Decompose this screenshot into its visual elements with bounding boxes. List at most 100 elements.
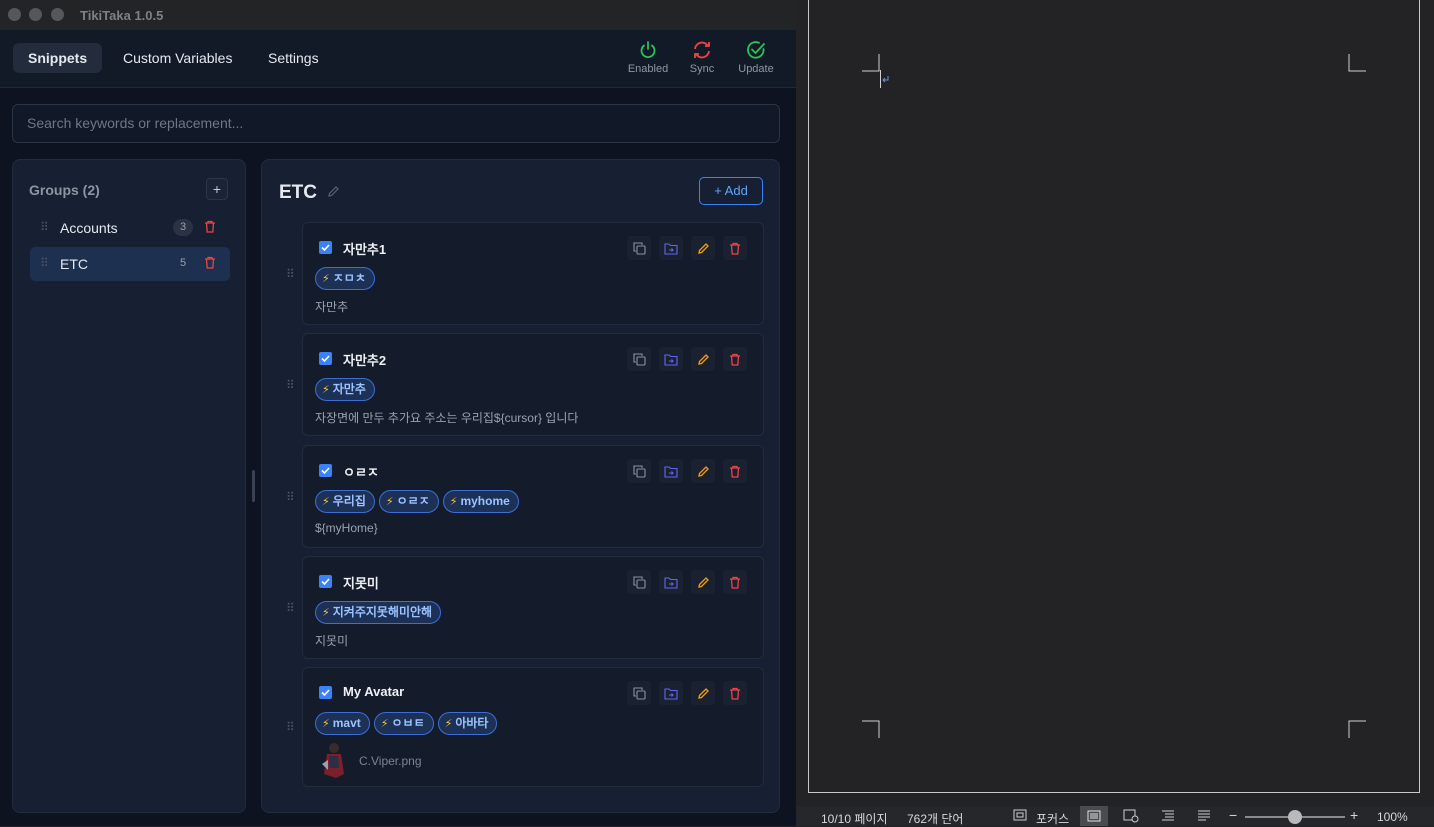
edit-snippet-button[interactable] <box>691 347 715 371</box>
enabled-toggle-button[interactable]: Enabled <box>621 40 675 75</box>
crop-mark-bottom-right <box>1348 720 1366 738</box>
copy-icon <box>632 575 646 589</box>
duplicate-snippet-button[interactable] <box>627 570 651 594</box>
close-window-button[interactable] <box>8 8 21 21</box>
folder-move-icon <box>664 242 678 255</box>
lightning-icon: ⚡ <box>322 718 330 730</box>
focus-icon[interactable] <box>1013 809 1027 824</box>
group-item-etc[interactable]: ⠿ ETC 5 <box>30 247 230 281</box>
snippet-enabled-checkbox[interactable] <box>319 241 332 254</box>
tikitaka-app-window: TikiTaka 1.0.5 Snippets Custom Variables… <box>0 0 796 826</box>
edit-snippet-button[interactable] <box>691 570 715 594</box>
snippet-card[interactable]: ⠿ My Avatar ⚡ mavt ⚡ ㅇㅂㅌ ⚡ 아바타 C.Viper.png <box>286 667 764 787</box>
crop-mark-top-left <box>862 54 880 72</box>
snippet-title: My Avatar <box>343 684 405 699</box>
snippet-enabled-checkbox[interactable] <box>319 352 332 365</box>
zoom-slider-knob[interactable] <box>1288 810 1302 824</box>
delete-snippet-button[interactable] <box>723 681 747 705</box>
move-snippet-button[interactable] <box>659 459 683 483</box>
title-bar: TikiTaka 1.0.5 <box>0 0 796 30</box>
add-snippet-button[interactable]: + Add <box>699 177 763 205</box>
search-input[interactable]: Search keywords or replacement... <box>12 104 780 143</box>
tab-snippets[interactable]: Snippets <box>13 43 103 73</box>
snippet-enabled-checkbox[interactable] <box>319 575 332 588</box>
delete-snippet-button[interactable] <box>723 570 747 594</box>
duplicate-snippet-button[interactable] <box>627 459 651 483</box>
delete-snippet-button[interactable] <box>723 236 747 260</box>
keyword-tag: ⚡ mavt <box>315 712 370 735</box>
duplicate-snippet-button[interactable] <box>627 681 651 705</box>
page-count[interactable]: 10/10 페이지 <box>821 810 887 827</box>
move-snippet-button[interactable] <box>659 347 683 371</box>
group-count-badge: 3 <box>173 219 193 236</box>
keyword-text: 지켜주지못해미안해 <box>332 605 433 619</box>
keyword-tags: ⚡ mavt ⚡ ㅇㅂㅌ ⚡ 아바타 <box>315 712 498 735</box>
zoom-in-button[interactable]: + <box>1350 807 1358 823</box>
keyword-tag: ⚡ myhome <box>442 490 519 513</box>
replacement-text: 지못미 <box>315 634 349 648</box>
draft-view-icon[interactable] <box>1197 809 1211 824</box>
edit-snippet-button[interactable] <box>691 681 715 705</box>
delete-group-button[interactable] <box>204 220 216 238</box>
drag-handle-icon[interactable]: ⠿ <box>40 220 49 234</box>
replacement-image-name: C.Viper.png <box>359 754 422 768</box>
delete-snippet-button[interactable] <box>723 347 747 371</box>
web-layout-icon[interactable] <box>1123 809 1139 826</box>
drag-handle-icon[interactable]: ⠿ <box>40 256 49 270</box>
snippet-card[interactable]: ⠿ 자만추2 ⚡ 자만추 자장면에 만두 추가요 주소는 우리집${cursor} 입니… <box>286 333 764 436</box>
group-item-accounts[interactable]: ⠿ Accounts 3 <box>30 211 230 245</box>
snippet-enabled-checkbox[interactable] <box>319 464 332 477</box>
zoom-out-button[interactable]: − <box>1229 807 1237 823</box>
duplicate-snippet-button[interactable] <box>627 347 651 371</box>
zoom-slider[interactable] <box>1245 810 1345 824</box>
move-snippet-button[interactable] <box>659 570 683 594</box>
document-page[interactable] <box>808 0 1420 793</box>
drag-handle-icon[interactable]: ⠿ <box>286 720 295 734</box>
crop-mark-top-right <box>1348 54 1366 72</box>
edit-snippet-button[interactable] <box>691 236 715 260</box>
keyword-text: 우리집 <box>332 494 366 508</box>
keyword-tag: ⚡ 우리집 <box>315 490 375 513</box>
lightning-icon: ⚡ <box>322 384 330 396</box>
add-group-button[interactable]: + <box>206 178 228 200</box>
snippet-card[interactable]: ⠿ 자만추1 ⚡ ㅈㅁㅊ 자만추 <box>286 222 764 325</box>
snippet-enabled-checkbox[interactable] <box>319 686 332 699</box>
minimize-window-button[interactable] <box>29 8 42 21</box>
lightning-icon: ⚡ <box>449 496 458 508</box>
move-snippet-button[interactable] <box>659 681 683 705</box>
duplicate-snippet-button[interactable] <box>627 236 651 260</box>
pencil-icon <box>328 186 339 197</box>
drag-handle-icon[interactable]: ⠿ <box>286 267 295 281</box>
maximize-window-button[interactable] <box>51 8 64 21</box>
update-label: Update <box>738 63 774 75</box>
edit-snippet-button[interactable] <box>691 459 715 483</box>
snippet-card[interactable]: ⠿ 지못미 ⚡ 지켜주지못해미안해 지못미 <box>286 556 764 659</box>
snippet-card[interactable]: ⠿ ㅇㄹㅈ ⚡ 우리집 ⚡ ㅇㄹㅈ ⚡ myhome ${myHome} <box>286 445 764 548</box>
delete-snippet-button[interactable] <box>723 459 747 483</box>
drag-handle-icon[interactable]: ⠿ <box>286 490 295 504</box>
word-count[interactable]: 762개 단어 <box>907 810 963 827</box>
zoom-level[interactable]: 100% <box>1377 810 1408 824</box>
panel-resize-handle[interactable] <box>252 470 255 502</box>
move-snippet-button[interactable] <box>659 236 683 260</box>
replacement-text: 자만추 <box>315 300 349 314</box>
outline-view-icon[interactable] <box>1161 809 1175 824</box>
lightning-icon: ⚡ <box>444 718 453 730</box>
keyword-text: 자만추 <box>332 382 366 396</box>
copy-icon <box>632 241 646 255</box>
delete-group-button[interactable] <box>204 256 216 274</box>
drag-handle-icon[interactable]: ⠿ <box>286 378 295 392</box>
print-layout-view-button[interactable] <box>1080 806 1108 826</box>
replacement-text: 자장면에 만두 추가요 주소는 우리집${cursor} 입니다 <box>315 411 579 425</box>
tab-settings[interactable]: Settings <box>253 43 334 73</box>
enabled-label: Enabled <box>627 63 669 75</box>
sync-button[interactable]: Sync <box>675 40 729 75</box>
drag-handle-icon[interactable]: ⠿ <box>286 601 295 615</box>
trash-icon <box>730 353 740 366</box>
keyword-tags: ⚡ 우리집 ⚡ ㅇㄹㅈ ⚡ myhome <box>315 490 519 513</box>
tab-custom-variables[interactable]: Custom Variables <box>108 43 247 73</box>
focus-mode-button[interactable]: 포커스 <box>1036 810 1069 827</box>
update-button[interactable]: Update <box>729 40 783 75</box>
edit-group-name-button[interactable] <box>327 185 340 203</box>
print-layout-icon <box>1087 810 1101 822</box>
